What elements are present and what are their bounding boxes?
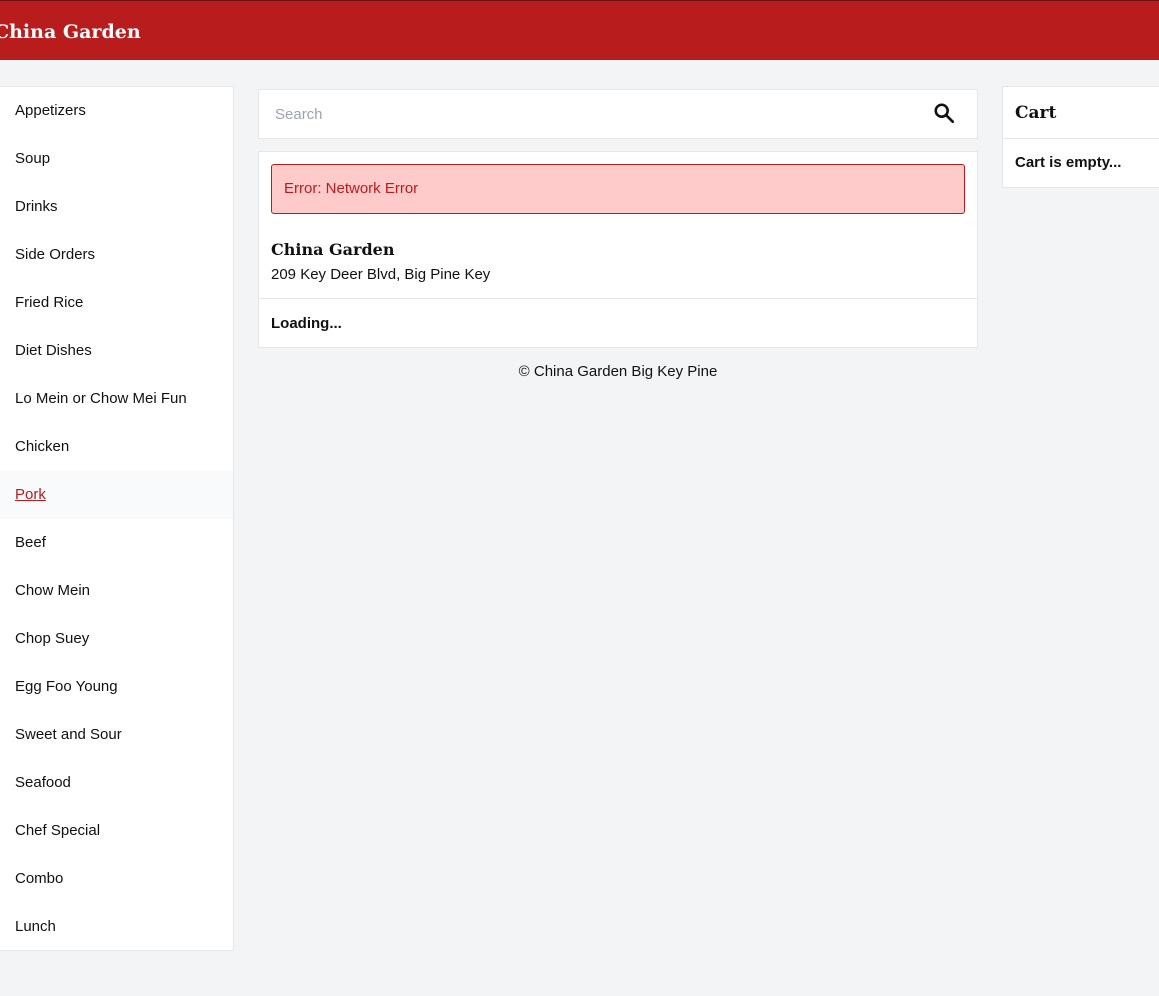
loading-indicator: Loading...: [271, 315, 342, 332]
sidebar-item-sweet-and-sour[interactable]: Sweet and Sour: [0, 711, 233, 759]
search-icon[interactable]: [933, 102, 955, 124]
cart-title: Cart: [1003, 87, 1159, 139]
restaurant-name: China Garden: [271, 240, 395, 259]
error-alert: Error: Network Error: [271, 164, 965, 214]
sidebar-item-chow-mein[interactable]: Chow Mein: [0, 567, 233, 615]
brand-logo-text[interactable]: China Garden: [0, 20, 141, 44]
sidebar-item-lunch[interactable]: Lunch: [0, 903, 233, 951]
search-bar: [258, 89, 978, 139]
search-input[interactable]: [259, 90, 919, 138]
sidebar-item-drinks[interactable]: Drinks: [0, 183, 233, 231]
sidebar-item-combo[interactable]: Combo: [0, 855, 233, 903]
sidebar-item-chop-suey[interactable]: Chop Suey: [0, 615, 233, 663]
restaurant-info-card: Error: Network Error China Garden 209 Ke…: [258, 151, 978, 348]
sidebar-item-beef[interactable]: Beef: [0, 519, 233, 567]
sidebar-item-egg-foo-young[interactable]: Egg Foo Young: [0, 663, 233, 711]
sidebar-item-chef-special[interactable]: Chef Special: [0, 807, 233, 855]
top-navbar: China Garden: [0, 0, 1159, 60]
sidebar-item-soup[interactable]: Soup: [0, 135, 233, 183]
category-sidebar: Appetizers Soup Drinks Side Orders Fried…: [0, 86, 234, 951]
sidebar-item-lo-mein[interactable]: Lo Mein or Chow Mei Fun: [0, 375, 233, 423]
cart-panel: Cart Cart is empty...: [1002, 86, 1159, 188]
footer-copyright: © China Garden Big Key Pine: [518, 363, 718, 380]
restaurant-address: 209 Key Deer Blvd, Big Pine Key: [271, 266, 491, 283]
cart-empty-message: Cart is empty...: [1015, 154, 1122, 171]
sidebar-item-chicken[interactable]: Chicken: [0, 423, 233, 471]
sidebar-item-pork[interactable]: Pork: [0, 471, 233, 519]
sidebar-item-side-orders[interactable]: Side Orders: [0, 231, 233, 279]
sidebar-item-appetizers[interactable]: Appetizers: [0, 87, 233, 135]
sidebar-item-diet-dishes[interactable]: Diet Dishes: [0, 327, 233, 375]
sidebar-item-fried-rice[interactable]: Fried Rice: [0, 279, 233, 327]
divider: [259, 298, 977, 299]
sidebar-item-seafood[interactable]: Seafood: [0, 759, 233, 807]
